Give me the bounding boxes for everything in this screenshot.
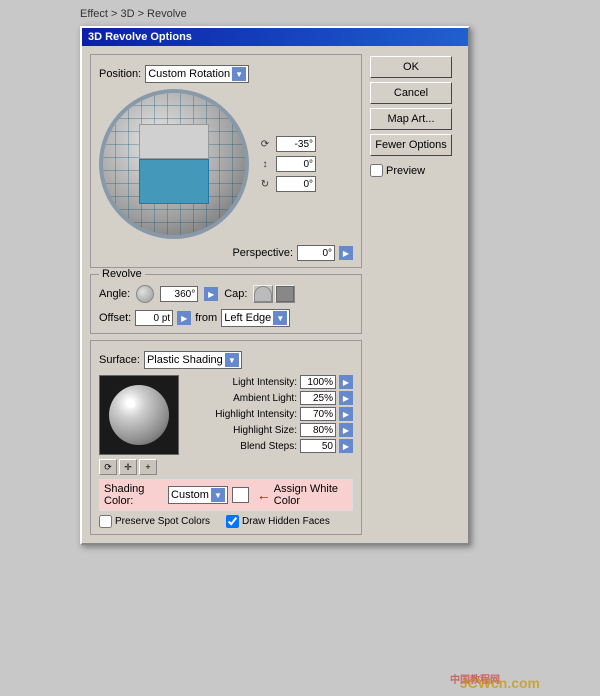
light-intensity-input[interactable] — [300, 375, 336, 389]
surface-select[interactable]: Plastic Shading ▼ — [144, 351, 242, 369]
surface-section: Surface: Plastic Shading ▼ ⟳ ✛ — [90, 340, 362, 535]
fewer-options-button[interactable]: Fewer Options — [370, 134, 452, 156]
breadcrumb: Effect > 3D > Revolve — [80, 8, 187, 20]
bottom-checkboxes: Preserve Spot Colors Draw Hidden Faces — [99, 515, 353, 528]
offset-arrow-btn[interactable]: ▶ — [177, 311, 191, 325]
assign-color-label-group: ← Assign White Color — [257, 483, 348, 507]
color-swatch-white[interactable] — [232, 487, 249, 503]
surface-value: Plastic Shading — [147, 354, 223, 366]
angle-slider[interactable] — [136, 285, 154, 303]
ok-button[interactable]: OK — [370, 56, 452, 78]
from-label: from — [195, 312, 217, 324]
blend-steps-input[interactable] — [300, 439, 336, 453]
surface-label: Surface: — [99, 354, 140, 366]
offset-input[interactable] — [135, 310, 173, 326]
edge-value: Left Edge — [224, 312, 271, 324]
param-row-highlight-intensity: Highlight Intensity: ▶ — [187, 407, 353, 421]
rotation-sphere[interactable] — [99, 89, 249, 239]
dialog-right-buttons: OK Cancel Map Art... Fewer Options Previ… — [370, 54, 460, 535]
surface-params: Light Intensity: ▶ Ambient Light: ▶ High… — [187, 375, 353, 475]
param-row-blend-steps: Blend Steps: ▶ — [187, 439, 353, 453]
draw-hidden-faces-item: Draw Hidden Faces — [226, 515, 330, 528]
highlight-intensity-input[interactable] — [300, 407, 336, 421]
preserve-spot-colors-label: Preserve Spot Colors — [115, 516, 210, 527]
ambient-light-input[interactable] — [300, 391, 336, 405]
draw-hidden-faces-label: Draw Hidden Faces — [242, 516, 330, 527]
angle-input[interactable] — [160, 286, 198, 302]
param-row-ambient-light: Ambient Light: ▶ — [187, 391, 353, 405]
perspective-arrow-btn[interactable]: ▶ — [339, 246, 353, 260]
highlight-intensity-label: Highlight Intensity: — [187, 409, 297, 420]
map-art-button[interactable]: Map Art... — [370, 108, 452, 130]
perspective-input[interactable] — [297, 245, 335, 261]
preview-controls: ⟳ ✛ + — [99, 459, 179, 475]
red-arrow-icon: ← — [257, 487, 271, 503]
position-section: Position: Custom Rotation ▼ — [90, 54, 362, 268]
position-value: Custom Rotation — [148, 68, 230, 80]
x-rotation-icon: ⟳ — [257, 136, 273, 152]
shading-color-select[interactable]: Custom ▼ — [168, 486, 228, 504]
cap-half-icon — [254, 286, 272, 302]
shading-color-row: Shading Color: Custom ▼ ← Assign White C… — [99, 479, 353, 511]
z-rotation-input[interactable]: 0° — [276, 176, 316, 192]
position-label: Position: — [99, 68, 141, 80]
shape-top — [139, 124, 209, 159]
angle-arrow-btn[interactable]: ▶ — [204, 287, 218, 301]
ambient-light-label: Ambient Light: — [187, 393, 297, 404]
light-intensity-label: Light Intensity: — [187, 377, 297, 388]
highlight-intensity-arrow[interactable]: ▶ — [339, 407, 353, 421]
edge-dropdown-arrow[interactable]: ▼ — [273, 311, 287, 325]
dialog-3d-revolve: 3D Revolve Options Position: Custom Rota… — [80, 26, 470, 545]
preview-checkbox-group: Preview — [370, 164, 460, 177]
preview-sphere-shape — [109, 385, 169, 445]
ambient-light-arrow[interactable]: ▶ — [339, 391, 353, 405]
highlight-size-arrow[interactable]: ▶ — [339, 423, 353, 437]
cap-label: Cap: — [224, 288, 247, 300]
move-light-btn[interactable]: ✛ — [119, 459, 137, 475]
position-select[interactable]: Custom Rotation ▼ — [145, 65, 249, 83]
edge-select[interactable]: Left Edge ▼ — [221, 309, 290, 327]
preview-label: Preview — [386, 165, 425, 177]
dialog-title: 3D Revolve Options — [88, 31, 192, 43]
shading-color-label: Shading Color: — [104, 483, 164, 507]
rotation-inputs: ⟳ -35° ↕ 0° ↻ 0° — [257, 136, 316, 192]
z-rotation-icon: ↻ — [257, 176, 273, 192]
watermark-jcw: JCWcn.com — [460, 675, 540, 691]
preserve-spot-colors-checkbox[interactable] — [99, 515, 112, 528]
preserve-spot-colors-item: Preserve Spot Colors — [99, 515, 210, 528]
revolve-section: Revolve Angle: ▶ Cap: — [90, 274, 362, 334]
sphere-shape — [139, 124, 209, 204]
preview-checkbox[interactable] — [370, 164, 383, 177]
add-light-btn[interactable]: + — [139, 459, 157, 475]
light-rotate-btn[interactable]: ⟳ — [99, 459, 117, 475]
position-dropdown-arrow[interactable]: ▼ — [232, 67, 246, 81]
surface-dropdown-arrow[interactable]: ▼ — [225, 353, 239, 367]
angle-label: Angle: — [99, 288, 130, 300]
cap-full-btn[interactable] — [253, 285, 273, 303]
revolve-label: Revolve — [99, 268, 145, 280]
param-row-light-intensity: Light Intensity: ▶ — [187, 375, 353, 389]
y-rotation-icon: ↕ — [257, 156, 273, 172]
y-rotation-input[interactable]: 0° — [276, 156, 316, 172]
blend-steps-label: Blend Steps: — [187, 441, 297, 452]
perspective-label: Perspective: — [232, 247, 293, 259]
blend-steps-arrow[interactable]: ▶ — [339, 439, 353, 453]
dialog-titlebar: 3D Revolve Options — [82, 28, 468, 46]
light-intensity-arrow[interactable]: ▶ — [339, 375, 353, 389]
surface-preview — [99, 375, 179, 455]
cap-open-btn[interactable] — [275, 285, 295, 303]
cap-none-icon — [276, 286, 294, 302]
offset-label: Offset: — [99, 312, 131, 324]
shading-color-value: Custom — [171, 489, 209, 501]
x-rotation-input[interactable]: -35° — [276, 136, 316, 152]
shape-bottom — [139, 159, 209, 204]
highlight-size-input[interactable] — [300, 423, 336, 437]
assign-label: Assign White Color — [274, 483, 348, 507]
cancel-button[interactable]: Cancel — [370, 82, 452, 104]
shading-color-arrow[interactable]: ▼ — [211, 488, 225, 502]
highlight-size-label: Highlight Size: — [187, 425, 297, 436]
draw-hidden-faces-checkbox[interactable] — [226, 515, 239, 528]
param-row-highlight-size: Highlight Size: ▶ — [187, 423, 353, 437]
